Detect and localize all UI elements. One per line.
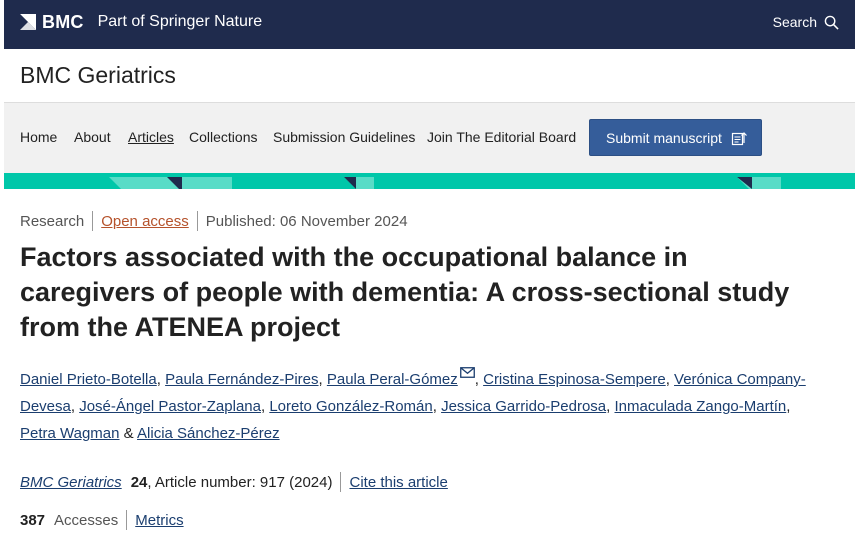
- author-link[interactable]: Inmaculada Zango-Martín: [615, 398, 787, 415]
- author-link[interactable]: Alicia Sánchez-Pérez: [137, 425, 280, 442]
- journal-nav: Home About Articles Collections Submissi…: [4, 103, 855, 173]
- article-title: Factors associated with the occupational…: [20, 242, 790, 342]
- top-bar: BMC Part of Springer Nature Search: [4, 0, 855, 49]
- submit-manuscript-label: Submit manuscript: [606, 129, 722, 146]
- citation-journal-link[interactable]: BMC Geriatrics: [20, 474, 122, 491]
- meta-divider: [92, 211, 94, 231]
- brand-name: BMC: [42, 11, 84, 32]
- author-separator: ,: [432, 398, 437, 415]
- search-icon: [824, 15, 839, 30]
- author-separator: ,: [474, 371, 479, 388]
- author-link[interactable]: Petra Wagman: [20, 425, 120, 442]
- cite-this-article-link[interactable]: Cite this article: [349, 474, 447, 491]
- citation-volume: 24: [130, 473, 148, 491]
- accesses-count: 387: [20, 511, 46, 529]
- author-separator: ,: [318, 371, 323, 388]
- author-separator: ,: [606, 398, 611, 415]
- search-label: Search: [772, 14, 817, 30]
- author-link[interactable]: Cristina Espinosa-Sempere: [483, 371, 666, 388]
- article-meta: Research Open access Published: 06 Novem…: [20, 210, 830, 232]
- bmc-logo[interactable]: BMC Part of Springer Nature: [20, 12, 262, 32]
- decorative-band: [4, 173, 855, 189]
- citation-article-number: , Article number: 917 (2024): [147, 473, 333, 491]
- published-date: Published: 06 November 2024: [205, 212, 408, 230]
- author-link[interactable]: José-Ángel Pastor-Zaplana: [79, 398, 261, 415]
- accesses-label: Accesses: [54, 511, 119, 529]
- external-link-icon: [731, 131, 747, 145]
- author-ampersand: &: [123, 425, 134, 442]
- author-link[interactable]: Jessica Garrido-Pedrosa: [441, 398, 606, 415]
- meta-divider: [196, 211, 198, 231]
- nav-item-about[interactable]: About: [74, 129, 111, 145]
- author-link[interactable]: Paula Peral-Gómez: [327, 371, 458, 388]
- brand-subtitle: Part of Springer Nature: [97, 13, 263, 30]
- mail-icon[interactable]: [459, 367, 475, 378]
- author-separator: ,: [260, 398, 266, 415]
- author-separator: ,: [786, 398, 791, 415]
- nav-item-collections[interactable]: Collections: [189, 129, 257, 145]
- nav-item-articles[interactable]: Articles: [128, 129, 174, 145]
- author-link[interactable]: Daniel Prieto-Botella: [20, 371, 157, 388]
- metrics-link[interactable]: Metrics: [135, 512, 183, 529]
- author-separator: ,: [70, 398, 76, 415]
- metrics-line: 387 Accesses Metrics: [20, 510, 184, 530]
- open-access-link[interactable]: Open access: [101, 213, 189, 230]
- meta-divider: [340, 472, 342, 492]
- citation-line: BMC Geriatrics 24 , Article number: 917 …: [20, 472, 448, 492]
- nav-item-submission-guidelines[interactable]: Submission Guidelines: [273, 129, 415, 145]
- journal-header: BMC Geriatrics: [4, 49, 855, 103]
- search-button[interactable]: Search: [773, 12, 839, 32]
- author-list: Daniel Prieto-Botella, Paula Fernández-P…: [20, 366, 820, 447]
- nav-item-join-editorial-board[interactable]: Join The Editorial Board: [427, 129, 576, 145]
- bmc-logo-icon: [20, 14, 36, 30]
- submit-manuscript-button[interactable]: Submit manuscript: [589, 119, 762, 156]
- author-separator: ,: [156, 371, 161, 388]
- article-type: Research: [20, 212, 85, 230]
- journal-title[interactable]: BMC Geriatrics: [20, 62, 176, 89]
- article-header: Research Open access Published: 06 Novem…: [20, 210, 830, 530]
- meta-divider: [126, 510, 128, 530]
- author-link[interactable]: Loreto González-Román: [269, 398, 432, 415]
- author-separator: ,: [665, 371, 670, 388]
- author-link[interactable]: Paula Fernández-Pires: [165, 371, 318, 388]
- nav-item-home[interactable]: Home: [20, 129, 57, 145]
